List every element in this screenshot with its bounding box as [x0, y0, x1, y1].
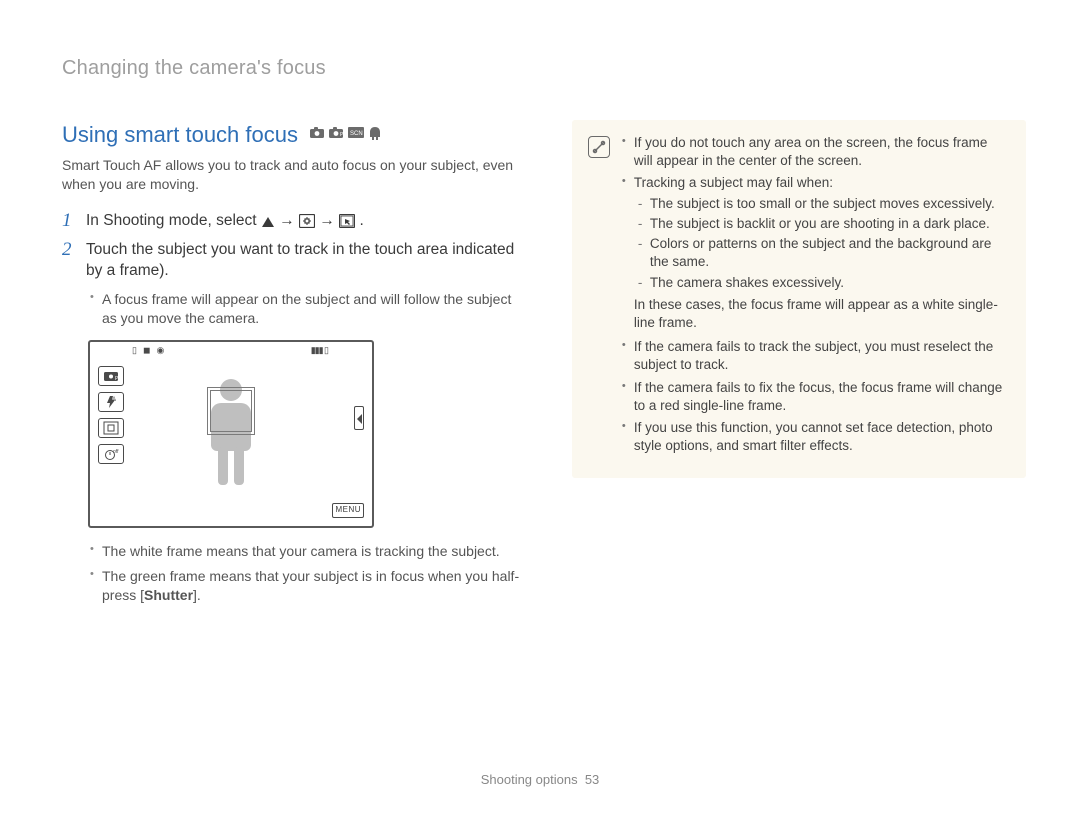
camera-viewfinder	[130, 350, 332, 518]
left-column: Using smart touch focus P SCN	[62, 120, 530, 617]
scene-icon: SCN	[348, 127, 364, 143]
menu-button: MENU	[332, 503, 364, 518]
camera-right-controls: MENU	[332, 364, 364, 518]
focus-icon	[98, 418, 124, 438]
manual-page: Changing the camera's focus Using smart …	[0, 0, 1080, 815]
section-title: Using smart touch focus P SCN	[62, 120, 530, 150]
camera-p-icon: P	[329, 127, 343, 143]
svg-text:P: P	[340, 132, 343, 138]
timer-off-icon: off	[98, 444, 124, 464]
svg-text:P: P	[115, 376, 119, 382]
camera-icon	[310, 127, 324, 143]
note-dash-list: The subject is too small or the subject …	[634, 195, 1008, 292]
note-item-lead: Tracking a subject may fail when:	[634, 175, 833, 190]
shutter-label: Shutter	[144, 587, 193, 603]
breadcrumb: Changing the camera's focus	[62, 55, 1026, 82]
two-column-layout: Using smart touch focus P SCN	[62, 120, 1026, 617]
right-column: If you do not touch any area on the scre…	[572, 120, 1026, 478]
dual-is-icon	[369, 127, 381, 143]
note-dash-item: The camera shakes excessively.	[638, 274, 1008, 292]
up-triangle-icon	[261, 216, 275, 228]
svg-text:A: A	[112, 397, 116, 403]
subject-silhouette	[207, 379, 255, 489]
section-title-text: Using smart touch focus	[62, 120, 298, 150]
mode-icons-row: P SCN	[310, 127, 381, 143]
step-number: 1	[62, 211, 76, 232]
note-dash-item: Colors or patterns on the subject and th…	[638, 235, 1008, 271]
note-item: If you do not touch any area on the scre…	[622, 134, 1008, 170]
note-dash-item: The subject is too small or the subject …	[638, 195, 1008, 213]
focus-frame-icon	[299, 214, 315, 228]
step-number: 2	[62, 240, 76, 282]
step-2: 2 Touch the subject you want to track in…	[62, 240, 530, 282]
step-2-sub-after: The white frame means that your camera i…	[62, 542, 530, 605]
note-dash-item: The subject is backlit or you are shooti…	[638, 215, 1008, 233]
step-1: 1 In Shooting mode, select → → .	[62, 211, 530, 232]
sub-bullet: The green frame means that your subject …	[90, 567, 530, 605]
sub-bullet-post: ].	[193, 587, 201, 603]
note-box: If you do not touch any area on the scre…	[572, 120, 1026, 478]
flash-auto-icon: A	[98, 392, 124, 412]
step-1-text-before: In Shooting mode, select	[86, 212, 261, 229]
page-footer: Shooting options 53	[0, 771, 1080, 789]
footer-section: Shooting options	[481, 772, 578, 787]
svg-text:off: off	[113, 449, 119, 455]
camera-screen-illustration: ▯ ◼ ◉ ▮▮▮ ▯ P A	[88, 340, 374, 528]
intro-paragraph: Smart Touch AF allows you to track and a…	[62, 156, 530, 194]
note-item: Tracking a subject may fail when: The su…	[622, 174, 1008, 332]
note-content: If you do not touch any area on the scre…	[622, 134, 1008, 460]
sub-bullet: The white frame means that your camera i…	[90, 542, 530, 561]
focus-frame	[207, 387, 255, 435]
note-icon	[588, 136, 610, 158]
step-1-body: In Shooting mode, select → → .	[86, 211, 530, 232]
note-item: If the camera fails to track the subject…	[622, 338, 1008, 374]
note-item: If you use this function, you cannot set…	[622, 419, 1008, 455]
sub-bullet: A focus frame will appear on the subject…	[90, 290, 530, 328]
mode-p-icon: P	[98, 366, 124, 386]
note-item: If the camera fails to fix the focus, th…	[622, 379, 1008, 415]
step-1-text-after: .	[359, 212, 363, 229]
step-2-body: Touch the subject you want to track in t…	[86, 240, 530, 282]
arrow-right: →	[279, 212, 299, 229]
drawer-handle-icon	[354, 366, 364, 430]
camera-left-buttons: P A off	[98, 364, 130, 518]
step-2-sub-before: A focus frame will appear on the subject…	[62, 290, 530, 328]
footer-page-number: 53	[585, 772, 599, 787]
svg-text:SCN: SCN	[350, 131, 363, 137]
step-2-text: Touch the subject you want to track in t…	[86, 241, 514, 279]
smart-touch-af-icon	[339, 214, 355, 228]
note-item-tail: In these cases, the focus frame will app…	[634, 296, 1008, 332]
arrow-right: →	[319, 212, 339, 229]
